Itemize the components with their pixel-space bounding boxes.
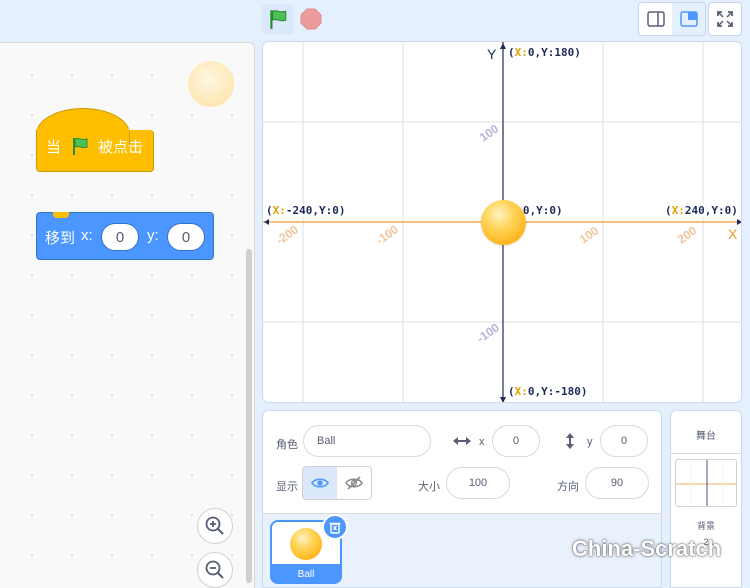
y-axis-letter: Y (487, 46, 497, 62)
hat-block-prefix: 当 (46, 139, 62, 156)
go-to-y-input[interactable]: 0 (167, 223, 205, 251)
y-position-label: y (587, 436, 593, 448)
backdrops-label: 背景 (696, 521, 715, 531)
go-to-x-input[interactable]: 0 (101, 223, 139, 251)
y-arrows-icon (566, 433, 574, 449)
sprite-tile-thumbnail (290, 528, 322, 560)
sprite-name-input[interactable]: Ball (303, 425, 431, 457)
when-flag-clicked-block[interactable]: 当 被点击 (36, 108, 154, 172)
normal-stage-button[interactable] (672, 3, 705, 35)
eye-icon (311, 478, 329, 488)
small-stage-icon (646, 11, 665, 27)
go-to-label: 移到 (45, 230, 76, 247)
zoom-in-button[interactable] (197, 508, 233, 544)
stage-canvas[interactable]: Y X (X:0,Y:180) (X:0,Y:-180) (X:-240,Y:0… (262, 41, 742, 403)
sprite-name-label: 角色 (276, 439, 298, 451)
show-label: 显示 (276, 481, 298, 493)
watermark: China-Scratch (572, 536, 722, 561)
hat-block-cap-join (37, 128, 129, 134)
go-to-y-label: y: (147, 227, 159, 244)
stop-button[interactable] (298, 6, 324, 32)
block-notch (53, 212, 69, 218)
stage-size-toggle (638, 2, 706, 36)
x-axis-letter: X (728, 226, 738, 242)
small-stage-button[interactable] (639, 3, 672, 35)
coord-top: (X:0,Y:180) (508, 46, 581, 59)
sprite-tile-name: Ball (270, 564, 342, 584)
direction-label: 方向 (557, 481, 579, 493)
fullscreen-icon (717, 11, 733, 27)
eye-slash-icon (345, 476, 363, 490)
size-input[interactable]: 100 (446, 467, 510, 499)
go-to-xy-block[interactable]: 移到 x: 0 y: 0 (36, 212, 214, 260)
coord-left: (X:-240,Y:0) (266, 204, 346, 217)
stage-thumbnail[interactable] (675, 459, 737, 507)
size-label: 大小 (418, 481, 440, 493)
x-arrows-icon (453, 437, 471, 445)
ball-sprite[interactable] (481, 200, 526, 245)
zoom-out-button[interactable] (197, 552, 233, 588)
zoom-out-icon (205, 560, 224, 579)
trash-icon (329, 522, 341, 534)
green-flag-icon (73, 137, 88, 155)
y-position-input[interactable]: 0 (600, 425, 648, 457)
stage-selector-divider (671, 453, 741, 454)
x-position-label: x (479, 436, 485, 448)
show-sprite-button[interactable] (303, 467, 337, 499)
sprite-thumbnail-ghost (188, 61, 234, 107)
coord-right: (X:240,Y:0) (665, 204, 738, 217)
coord-bottom: (X:0,Y:-180) (508, 385, 588, 398)
code-scrollbar[interactable] (246, 249, 252, 583)
x-position-input[interactable]: 0 (492, 425, 540, 457)
stop-icon (300, 8, 322, 30)
delete-sprite-button[interactable] (322, 514, 348, 540)
hide-sprite-button[interactable] (337, 467, 371, 499)
fullscreen-button[interactable] (708, 2, 742, 36)
go-to-x-label: x: (81, 227, 93, 244)
green-flag-button[interactable] (262, 4, 294, 34)
stage-thumbnail-grid (676, 460, 736, 506)
zoom-in-icon (205, 516, 224, 535)
visibility-toggle (302, 466, 372, 500)
direction-input[interactable]: 90 (585, 467, 649, 499)
hat-block-suffix: 被点击 (98, 139, 144, 156)
green-flag-icon (270, 10, 287, 29)
stage-selector-title: 舞台 (696, 431, 716, 442)
normal-stage-icon (679, 11, 698, 27)
